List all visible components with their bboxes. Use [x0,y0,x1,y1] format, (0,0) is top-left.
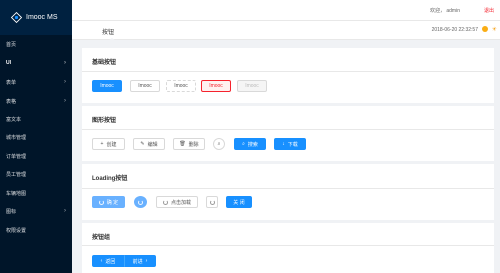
sidebar-item-form[interactable]: 表单 › [0,77,72,87]
button-label: Imooc [100,83,114,89]
card-loading-buttons: Loading按钮 确 定 点击加载 关 闭 [82,164,494,220]
card-basic-buttons: 基础按钮 Imooc Imooc Imooc Imooc Imooc [82,48,494,103]
search-icon: ⌕ [242,141,245,147]
back-button[interactable]: ‹ 返回 [92,255,124,267]
divider [82,71,494,72]
click-load-button[interactable]: 点击加载 [156,196,198,208]
button-label: 下载 [287,141,298,148]
sidebar-item-label: 表单 [6,79,17,86]
disabled-button: Imooc [237,80,267,92]
trash-icon: 🗑 [179,141,186,147]
sidebar-item-label: 图标 [6,208,17,215]
sidebar-item-label: 首页 [6,41,17,48]
loading-spinner-icon [162,199,168,205]
card-title: 按钮组 [92,235,111,241]
danger-button[interactable]: Imooc [201,80,231,92]
loading-spinner-icon [138,199,143,205]
close-button[interactable]: 关 闭 [226,196,252,208]
sun-icon [482,26,488,32]
loading-circle-button[interactable] [134,196,147,208]
loading-spinner-icon [98,199,104,205]
default-button[interactable]: Imooc [130,80,160,92]
divider [82,129,494,130]
divider [82,188,494,189]
forward-button[interactable]: 前进 › [124,255,156,267]
button-label: 搜索 [247,141,258,148]
button-label: Imooc [209,83,223,89]
chevron-left-icon: ‹ [100,258,103,264]
delete-button[interactable]: 🗑 删除 [173,138,205,150]
sidebar-item-permission[interactable]: 权限设置 [0,225,72,235]
logo[interactable]: Imooc MS [0,0,72,35]
chevron-right-icon: › [64,79,66,85]
search-icon: ⌕ [217,141,221,147]
loading-icon-button[interactable] [206,196,218,208]
app-title: Imooc MS [26,14,58,21]
sidebar-item-label: 订单管理 [6,153,27,160]
chevron-right-icon: › [145,258,148,264]
button-label: 编辑 [147,141,158,148]
sidebar-item-label: 富文本 [6,116,22,123]
chevron-right-icon: › [64,60,66,66]
sidebar-item-rich-text[interactable]: 富文本 [0,114,72,124]
sidebar-item-label: 表格 [6,98,17,105]
logo-icon [11,12,22,23]
button-label: 创建 [106,141,117,148]
header: 欢迎， admin 退出 [72,0,500,21]
page-title: 按钮 [102,30,115,36]
title-pointer [108,38,116,41]
edit-button[interactable]: ✎ 编辑 [133,138,165,150]
create-button[interactable]: + 创建 [92,138,125,150]
card-shape-buttons: 图形按钮 + 创建 ✎ 编辑 🗑 删除 ⌕ ⌕ 搜索 ↓ 下载 [82,106,494,161]
sidebar-item-ui[interactable]: UI › [0,58,72,68]
button-label: Imooc [138,83,152,89]
sidebar-item-label: 车辆地图 [6,190,27,197]
sidebar-item-label: UI [6,60,11,66]
search-button[interactable]: ⌕ 搜索 [234,138,266,150]
primary-button[interactable]: Imooc [92,80,122,92]
breadcrumb: 按钮 2018-06-20 22:32:57 ☀ [72,21,500,41]
button-label: 点击加载 [170,199,191,206]
cloud-sun-icon: ☀ [491,27,497,33]
button-label: 确 定 [106,199,119,206]
sidebar-item-label: 员工管理 [6,171,27,178]
download-icon: ↓ [282,141,285,147]
plus-icon: + [100,141,104,147]
logout-link[interactable]: 退出 [484,7,494,14]
sidebar: Imooc MS 首页 UI › 表单 › 表格 › 富文本 城市管理 订单管理 员工… [0,0,72,273]
button-label: 关 闭 [233,199,245,206]
sidebar-item-table[interactable]: 表格 › [0,96,72,106]
sidebar-item-label: 权限设置 [6,227,27,234]
card-title: 图形按钮 [92,118,117,124]
search-circle-button[interactable]: ⌕ [213,138,225,150]
chevron-right-icon: › [64,98,66,104]
button-label: 返回 [105,258,116,265]
sidebar-item-icons[interactable]: 图标 › [0,206,72,216]
card-title: 基础按钮 [92,60,117,66]
sidebar-item-staff[interactable]: 员工管理 [0,169,72,179]
button-label: 前进 [132,258,143,265]
sidebar-item-city[interactable]: 城市管理 [0,132,72,142]
sidebar-item-order[interactable]: 订单管理 [0,151,72,161]
sidebar-item-home[interactable]: 首页 [0,39,72,49]
sidebar-item-label: 城市管理 [6,134,27,141]
divider [82,245,494,246]
card-title: Loading按钮 [92,176,128,182]
button-label: Imooc [245,83,259,89]
datetime: 2018-06-20 22:32:57 [431,27,478,33]
dashed-button[interactable]: Imooc [166,80,196,92]
chevron-right-icon: › [64,208,66,214]
loading-spinner-icon [209,199,215,205]
edit-icon: ✎ [140,141,145,147]
button-label: 删除 [188,141,199,148]
welcome-text: 欢迎， admin [429,8,460,14]
button-label: Imooc [174,83,188,89]
confirm-loading-button[interactable]: 确 定 [92,196,125,208]
card-button-group: 按钮组 ‹ 返回 前进 › [82,223,494,273]
sidebar-item-map[interactable]: 车辆地图 [0,188,72,198]
download-button[interactable]: ↓ 下载 [274,138,306,150]
